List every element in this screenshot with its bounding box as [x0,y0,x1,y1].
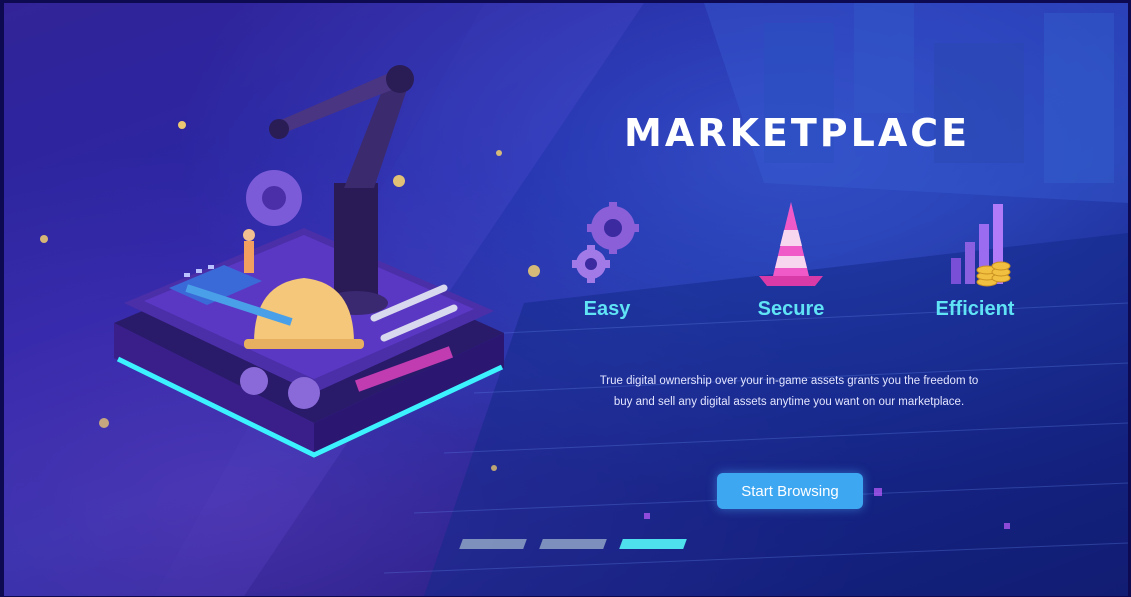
feature-label-efficient: Efficient [935,298,1015,320]
carousel-dot-3[interactable] [619,539,687,549]
start-browsing-button[interactable]: Start Browsing [717,473,863,509]
feature-label-secure: Secure [757,298,825,320]
feature-efficient: Efficient [895,198,1055,321]
feature-label-easy: Easy [583,298,631,320]
page-title: MARKETPLACE [624,111,971,155]
traffic-cone-icon [759,202,823,286]
marketplace-description: True digital ownership over your in-game… [599,375,979,408]
carousel-dot-1[interactable] [459,539,527,549]
bar-chart-coins-icon [951,204,1011,287]
gears-icon [572,202,639,283]
feature-secure: Secure [711,198,871,321]
feature-easy: Easy [527,198,687,321]
carousel-dot-2[interactable] [539,539,607,549]
factory-platform-illustration [114,65,504,458]
carousel-pagination [457,539,697,551]
hero-section: MARKETPLACE Easy Secure Efficient True d… [4,3,1128,596]
